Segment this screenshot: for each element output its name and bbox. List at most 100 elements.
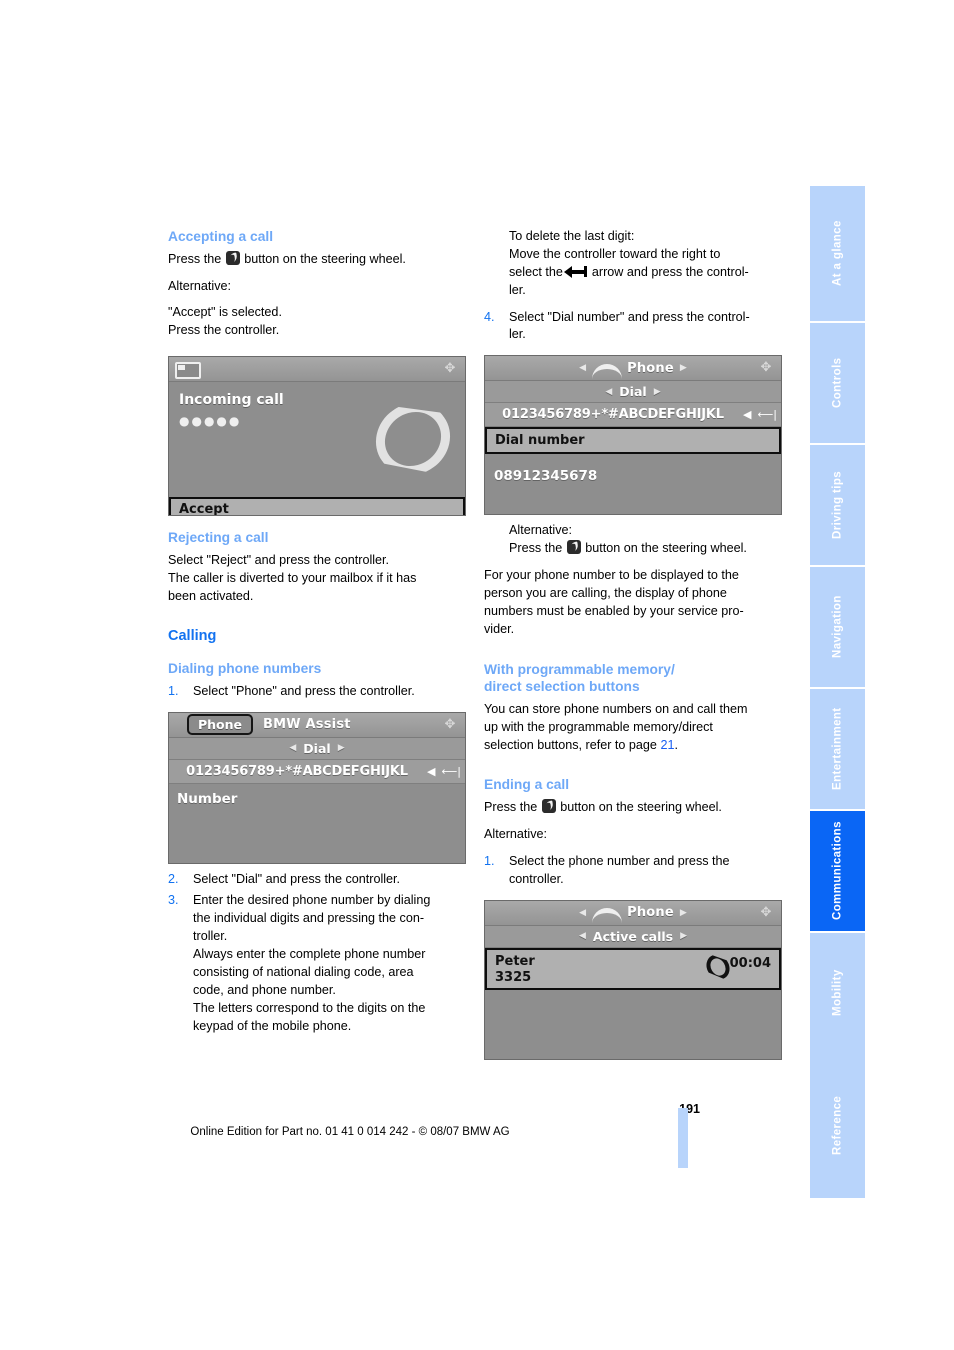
prog-line-3-prefix: selection buttons, refer to page [484, 737, 657, 752]
accept-selected-line: "Accept" is selected. [168, 305, 282, 320]
step4-line2: ler. [509, 327, 526, 342]
section-tab-rail: At a glance Controls Driving tips Naviga… [810, 184, 865, 1198]
phone-handset-icon [592, 362, 623, 375]
ending-press-suffix: button on the steering wheel. [560, 800, 722, 815]
dial-alternative-block: Alternative: Press the button on the ste… [484, 522, 782, 558]
tab-label: Reference [831, 1095, 844, 1156]
character-selector-bar[interactable]: 0123456789+*#ABCDEFGHIJKL ◀ ⟵| [485, 403, 781, 428]
step-number: 1. [168, 683, 179, 698]
list-item-step-3: 3. Enter the desired phone number by dial… [168, 892, 466, 1035]
dial-subtitle-bar: ◀ Dial ▶ [169, 737, 465, 760]
callerid-line-2: person you are calling, the display of p… [484, 585, 727, 600]
call-duration: 00:04 [729, 956, 771, 972]
heading-programmable-memory-buttons: With programmable memory/ direct selecti… [484, 661, 782, 696]
incoming-call-item-accept[interactable]: Accept [169, 497, 465, 516]
paragraph-ending-alternative: Alternative: [484, 826, 547, 841]
dial-subtitle-label: Dial [619, 384, 647, 400]
step3-line4: Always enter the complete phone number [193, 947, 426, 962]
tab-label: At a glance [831, 220, 844, 287]
list-item-step-1: 1. Select "Phone" and press the controlle… [168, 683, 466, 701]
backspace-icon[interactable]: ⟵| [442, 765, 461, 778]
character-set[interactable]: 0123456789+*#ABCDEFGHIJKL [489, 407, 737, 422]
cursor-left-icon[interactable]: ◀ [427, 765, 435, 778]
paragraph-programmable: You can store phone numbers on and call … [484, 701, 782, 755]
chevron-right-icon[interactable]: ▶ [680, 363, 687, 373]
heading-rejecting-a-call: Rejecting a call [168, 530, 269, 546]
prog-line-2: up with the programmable memory/direct [484, 719, 713, 734]
delete-line-3-prefix: select the [509, 264, 563, 279]
sidebar-tab-at-a-glance[interactable]: At a glance [810, 184, 865, 321]
item-label: Accept [179, 502, 229, 517]
active-call-entry[interactable]: Peter 3325 00:04 [485, 947, 781, 990]
call-duration-group: 00:04 [707, 954, 771, 974]
callerid-line-3: numbers must be enabled by your service … [484, 603, 744, 618]
callerid-line-4: vider. [484, 621, 515, 636]
idrive-topbar: ◀ Phone ▶ ✥ [485, 356, 781, 382]
steering-wheel-phone-button-icon [225, 250, 240, 265]
delete-line-4: ler. [509, 282, 526, 297]
alt-line-2-prefix: Press the [509, 541, 563, 556]
incoming-call-body: Incoming call ●●●●● [169, 382, 465, 498]
dialing-steps-part1: 1. Select "Phone" and press the controlle… [168, 683, 466, 701]
sidebar-tab-reference[interactable]: Reference [810, 1053, 865, 1198]
sidebar-tab-mobility[interactable]: Mobility [810, 931, 865, 1053]
item-label: Dial number [495, 433, 585, 449]
page-reference-link[interactable]: 21 [660, 738, 674, 752]
character-selector-bar[interactable]: 0123456789+*#ABCDEFGHIJKL ◀ ⟵| [169, 759, 465, 784]
chevron-right-icon[interactable]: ▶ [680, 931, 687, 941]
character-set[interactable]: 0123456789+*#ABCDEFGHIJKL [173, 764, 421, 779]
reject-line-3: been activated. [168, 588, 254, 603]
chevron-left-icon[interactable]: ◀ [579, 363, 586, 373]
tab-label: Mobility [831, 969, 844, 1017]
page-edge-marker [678, 1108, 688, 1168]
caller-number: 3325 [495, 969, 532, 985]
tab-bmw-assist[interactable]: BMW Assist [263, 717, 351, 732]
paragraph-delete-last-digit: To delete the last digit: Move the contr… [509, 228, 782, 300]
step-number: 3. [168, 893, 179, 908]
step-text-lines: Enter the desired phone number by dialin… [193, 893, 430, 1032]
navigation-cross-icon: ✥ [444, 361, 456, 377]
handset-illustration-icon [375, 404, 437, 462]
dialing-steps-part2: 2. Select "Dial" and press the controller… [168, 871, 466, 1036]
sidebar-tab-driving-tips[interactable]: Driving tips [810, 443, 865, 565]
right-text-column: To delete the last digit: Move the contr… [484, 228, 782, 1060]
chevron-left-icon[interactable]: ◀ [579, 908, 586, 918]
screenshot-phone-dial: Phone BMW Assist ✥ ◀ Dial ▶ 0123456789+*… [168, 711, 466, 864]
tab-phone-selected[interactable]: Phone [187, 714, 254, 736]
envelope-icon [175, 362, 201, 380]
dial-subtitle-label: Dial [303, 740, 331, 756]
heading-calling: Calling [168, 628, 217, 645]
chevron-left-icon[interactable]: ◀ [289, 743, 296, 753]
caller-name: Peter [495, 953, 535, 969]
paragraph-caller-id-note: For your phone number to be displayed to… [484, 567, 782, 639]
chevron-right-icon[interactable]: ▶ [654, 387, 661, 397]
sidebar-tab-communications[interactable]: Communications [810, 809, 865, 931]
menu-item-dial-number[interactable]: Dial number [485, 427, 781, 455]
delete-line-3-suffix: arrow and press the control- [591, 264, 749, 279]
chevron-right-icon[interactable]: ▶ [338, 743, 345, 753]
active-calls-empty-area [485, 989, 781, 1059]
alt-line-1: Alternative: [509, 523, 572, 538]
sidebar-tab-entertainment[interactable]: Entertainment [810, 687, 865, 809]
sidebar-tab-navigation[interactable]: Navigation [810, 565, 865, 687]
screen-title: Phone [627, 905, 674, 921]
reject-line-1: Select "Reject" and press the controller… [168, 552, 390, 567]
prog-line-1: You can store phone numbers on and call … [484, 701, 748, 716]
chevron-left-icon[interactable]: ◀ [579, 931, 586, 941]
step-number: 1. [484, 853, 495, 868]
footer-note: Online Edition for Part no. 01 41 0 014 … [190, 1126, 510, 1138]
sidebar-tab-controls[interactable]: Controls [810, 321, 865, 443]
chevron-right-icon[interactable]: ▶ [680, 908, 687, 918]
step3-line3: troller. [193, 929, 228, 944]
tab-label: Controls [831, 357, 844, 409]
entered-number: 08912345678 [494, 468, 598, 485]
delete-line-1: To delete the last digit: [509, 229, 635, 243]
chevron-left-icon[interactable]: ◀ [605, 387, 612, 397]
backspace-icon[interactable]: ⟵| [758, 408, 777, 421]
alt-line-2-suffix: button on the steering wheel. [585, 541, 747, 556]
cursor-left-icon[interactable]: ◀ [743, 408, 751, 421]
ending-step1-line2: controller. [509, 871, 564, 886]
step-text-lines: Select "Dial number" and press the contr… [509, 310, 750, 342]
manual-page: At a glance Controls Driving tips Naviga… [0, 0, 954, 1350]
left-text-column: Accepting a call Press the button on the… [168, 228, 466, 1039]
